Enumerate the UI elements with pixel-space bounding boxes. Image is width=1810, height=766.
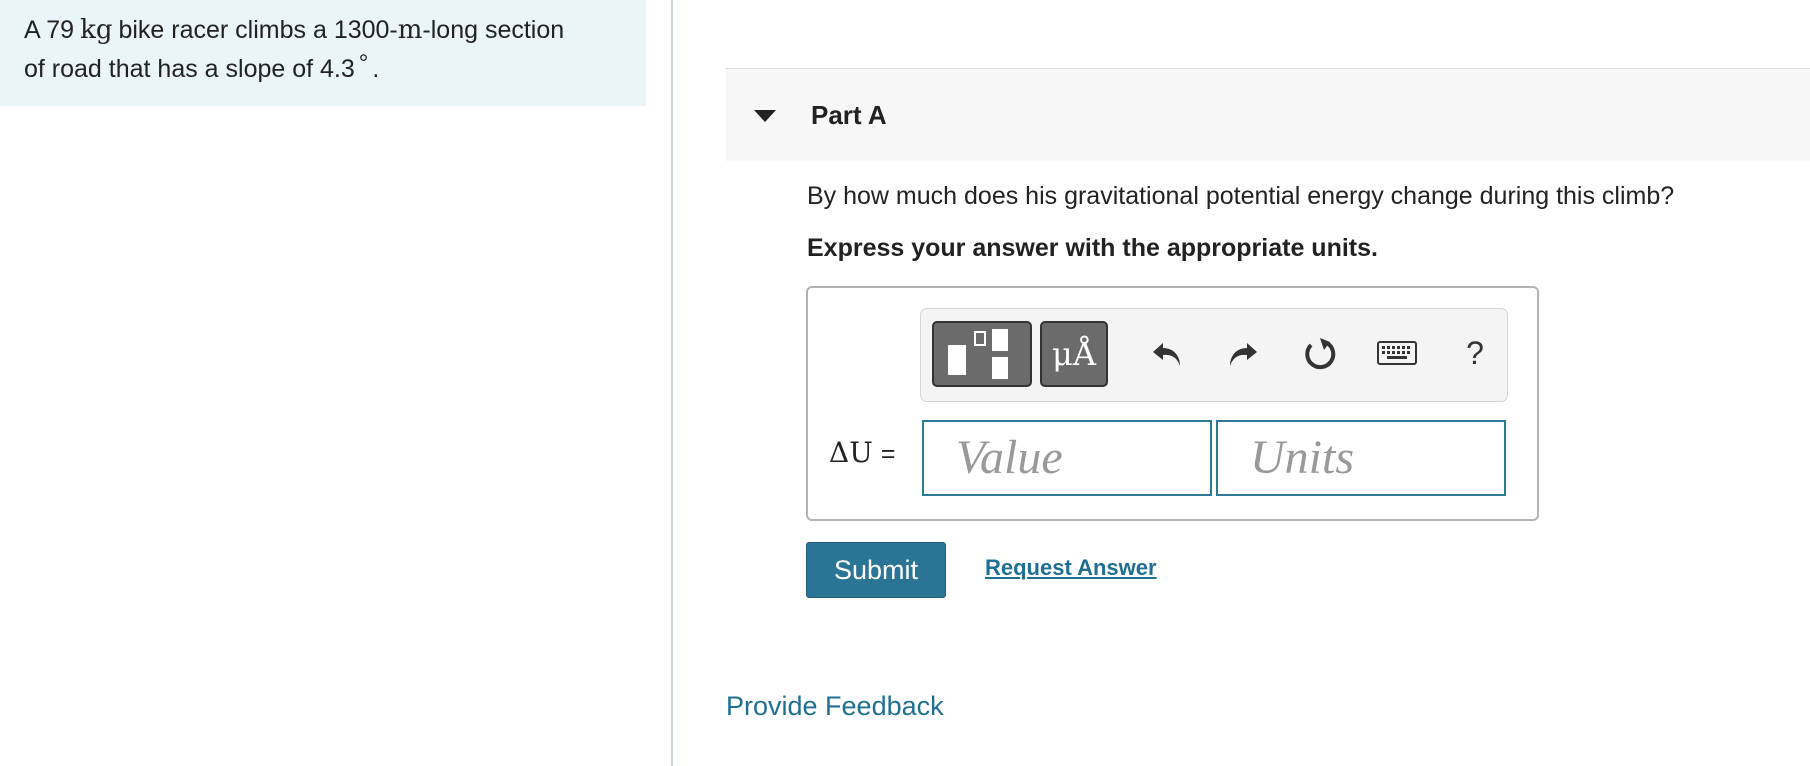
question-text: By how much does his gravitational poten… [807, 182, 1675, 210]
problem-text: of road that has a slope of 4.3 [24, 55, 355, 83]
math-toolbar: μÅ ? [920, 308, 1508, 402]
problem-text: A 79 [24, 16, 75, 44]
length-unit: m [397, 15, 423, 45]
problem-line-1: A 79 kg bike racer climbs a 1300-m-long se… [24, 14, 622, 47]
problem-text: . [372, 55, 380, 83]
answer-label: ΔU = [829, 436, 895, 469]
redo-icon[interactable] [1215, 325, 1271, 381]
collapse-caret-icon[interactable] [754, 110, 776, 122]
templates-button[interactable] [932, 321, 1032, 387]
problem-text: -long section [422, 16, 565, 44]
problem-text: bike racer climbs a 1300- [118, 16, 398, 44]
column-divider [671, 0, 673, 766]
symbols-button[interactable]: μÅ [1040, 321, 1108, 387]
value-input[interactable]: Value [922, 420, 1212, 496]
part-a-header[interactable]: Part A [726, 69, 1810, 161]
submit-button[interactable]: Submit [806, 542, 946, 598]
provide-feedback-link[interactable]: Provide Feedback [726, 691, 944, 722]
reset-icon[interactable] [1291, 325, 1347, 381]
request-answer-link[interactable]: Request Answer [985, 555, 1157, 581]
units-input[interactable]: Units [1216, 420, 1506, 496]
keyboard-icon[interactable] [1369, 325, 1425, 381]
instruction-text: Express your answer with the appropriate… [807, 234, 1378, 262]
templates-icon [948, 329, 1008, 379]
undo-icon[interactable] [1139, 325, 1195, 381]
part-title: Part A [811, 100, 887, 130]
problem-statement: A 79 kg bike racer climbs a 1300-m-long se… [0, 0, 646, 106]
problem-line-2: of road that has a slope of 4.3 °. [24, 47, 622, 86]
help-button[interactable]: ? [1447, 325, 1503, 381]
equals-sign: = [880, 440, 896, 468]
degree-symbol: ° [358, 50, 369, 77]
mass-unit: kg [80, 15, 113, 45]
delta-u-symbol: ΔU [829, 436, 873, 469]
